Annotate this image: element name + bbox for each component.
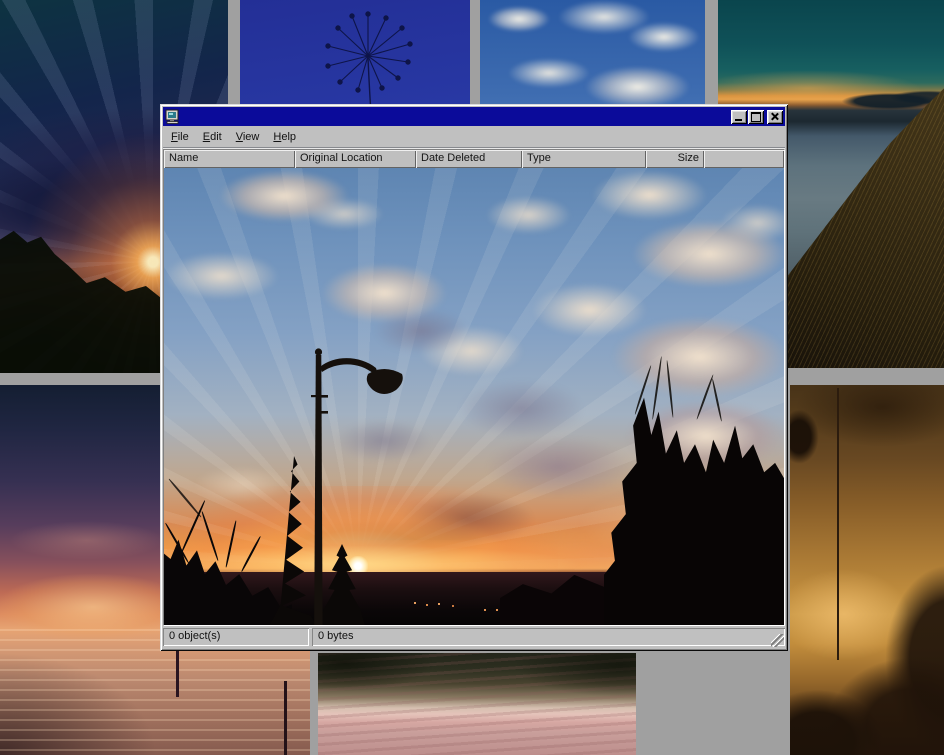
close-icon: [770, 112, 779, 121]
list-view: Name Original Location Date Deleted Type…: [163, 149, 785, 626]
desktop: { "desktop": { "background_color": "#a0a…: [0, 0, 944, 755]
status-bar: 0 object(s) 0 bytes: [163, 626, 785, 648]
maximize-icon: [751, 112, 761, 122]
menu-bar: File Edit View Help: [163, 126, 785, 148]
column-header-date-deleted[interactable]: Date Deleted: [416, 150, 522, 168]
maximize-button[interactable]: [748, 110, 764, 124]
thin-pole: [837, 388, 839, 660]
wallpaper-tile-water-reflection: [318, 653, 636, 755]
sunset-streetlamp-photo: [164, 168, 784, 625]
street-lamp-silhouette: [164, 168, 784, 625]
title-bar[interactable]: [163, 107, 785, 126]
status-object-count: 0 object(s): [163, 628, 309, 646]
column-header-original-location[interactable]: Original Location: [295, 150, 416, 168]
column-header-type[interactable]: Type: [522, 150, 646, 168]
menu-file[interactable]: File: [164, 129, 196, 145]
menu-view[interactable]: View: [229, 129, 267, 145]
computer-icon[interactable]: [165, 109, 181, 124]
column-header-row: Name Original Location Date Deleted Type…: [164, 150, 784, 168]
wallpaper-tile-golden-blur: [790, 385, 944, 755]
water-pole: [284, 681, 287, 755]
column-header-name[interactable]: Name: [164, 150, 295, 168]
resize-grip[interactable]: [771, 634, 784, 647]
minimize-icon: [735, 119, 742, 121]
recycle-bin-window: File Edit View Help Name Original Locati…: [160, 104, 788, 651]
status-byte-count: 0 bytes: [312, 628, 785, 646]
menu-edit[interactable]: Edit: [196, 129, 229, 145]
close-button[interactable]: [767, 110, 783, 124]
column-header-size[interactable]: Size: [646, 150, 704, 168]
menu-help[interactable]: Help: [266, 129, 303, 145]
column-header-filler: [704, 150, 784, 168]
minimize-button[interactable]: [731, 110, 747, 124]
